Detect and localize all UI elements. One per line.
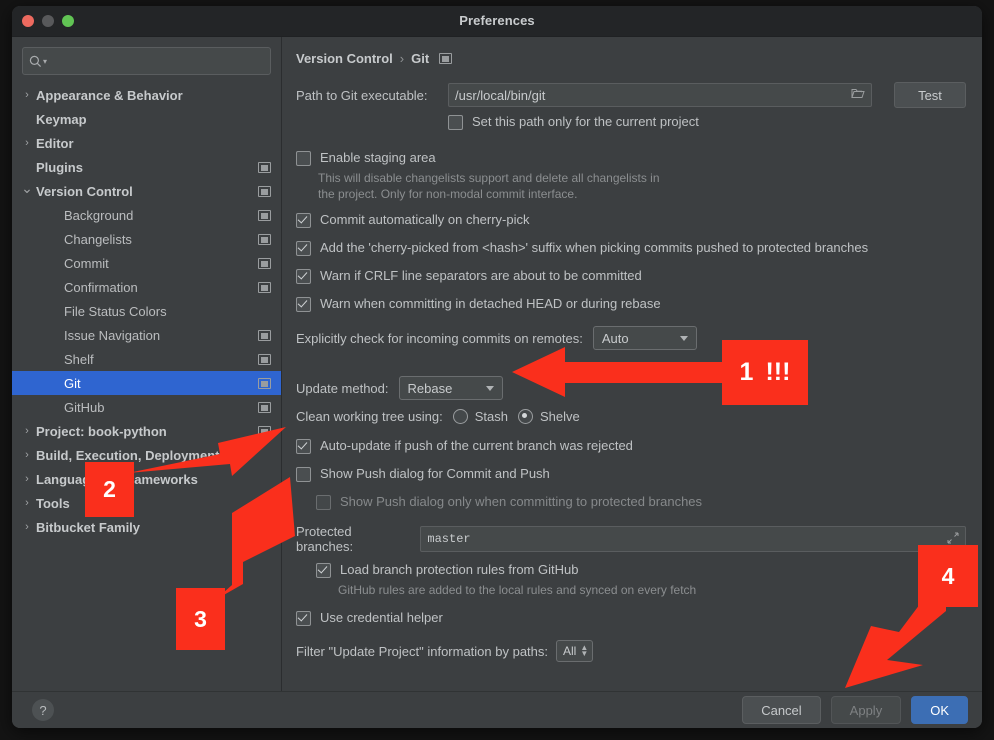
annotation-arrow-2 bbox=[128, 427, 286, 476]
annotation-arrow-1 bbox=[512, 347, 722, 397]
annotation-arrow-4 bbox=[845, 604, 946, 688]
annotation-overlay bbox=[0, 0, 994, 740]
annotation-arrow-3 bbox=[215, 477, 295, 600]
screenshot-root: Preferences ▾ bbox=[0, 0, 994, 740]
